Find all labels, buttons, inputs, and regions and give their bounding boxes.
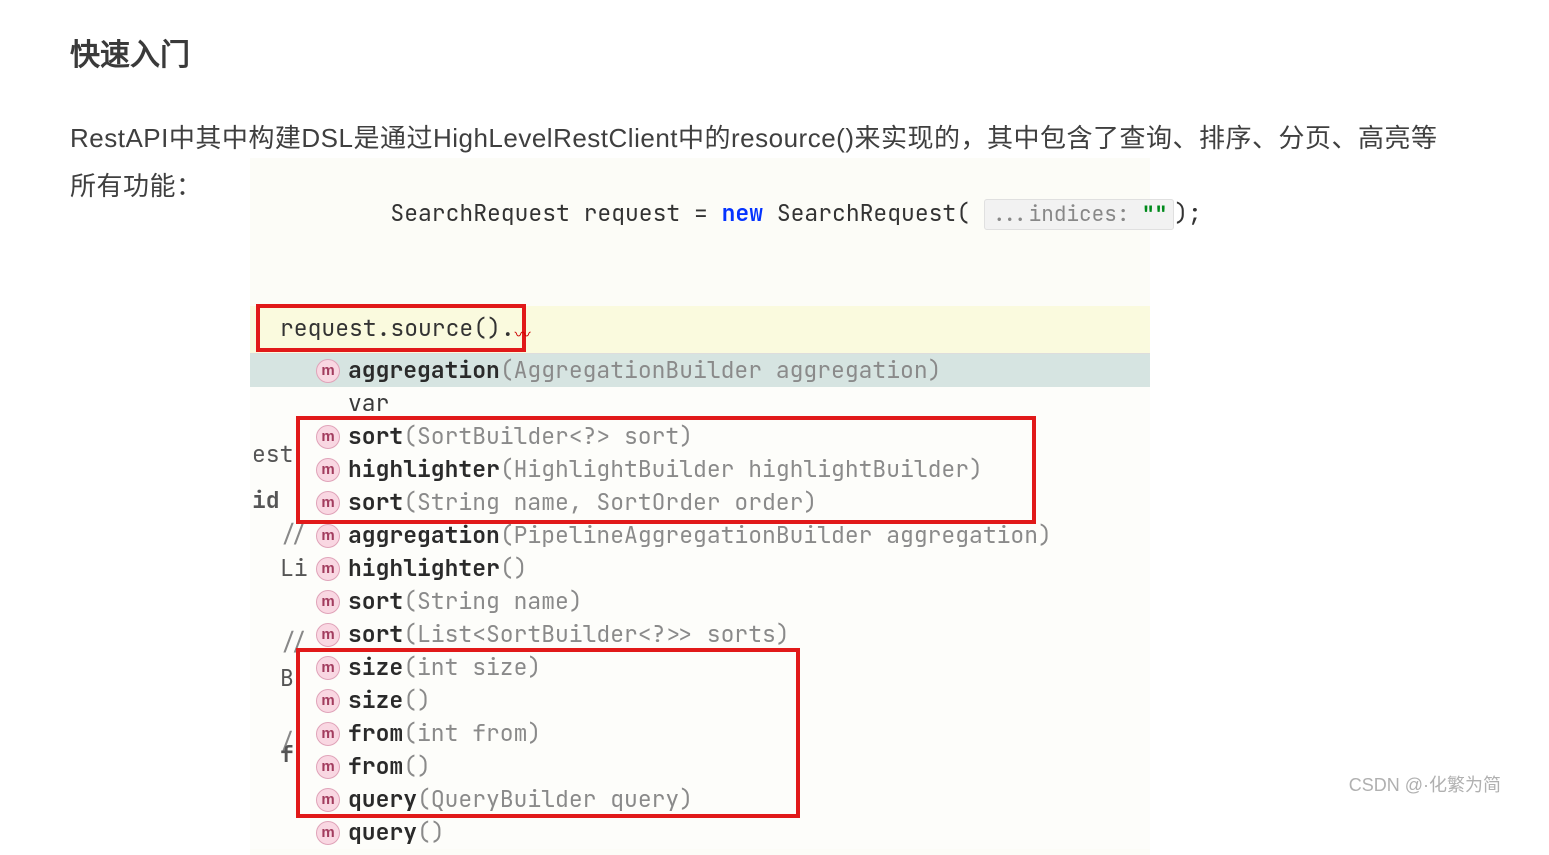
method-icon: m [316, 491, 340, 515]
method-icon: m [316, 689, 340, 713]
code-token: ); [1174, 198, 1202, 228]
method-icon: m [316, 623, 340, 647]
method-icon: m [316, 458, 340, 482]
body-row: 所有功能： SearchRequest request = new Search… [70, 162, 1549, 855]
suggestion-item[interactable]: m query() [250, 816, 1150, 849]
suggestion-item[interactable]: m query(QueryBuilder query) [250, 783, 1150, 816]
section-heading: 快速入门 [70, 30, 1549, 74]
body-paragraph-line2: 所有功能： [70, 162, 250, 210]
suggestion-item[interactable]: m from(int from) [250, 717, 1150, 750]
suggestion-item[interactable]: m size() [250, 684, 1150, 717]
code-token-source: request.source() [280, 313, 501, 343]
watermark: CSDN @·化繁为简 [1349, 771, 1501, 797]
method-icon: m [316, 722, 340, 746]
suggestion-item[interactable]: m sort(List<SortBuilder<?>> sorts) [250, 618, 1150, 651]
suggestion-item[interactable]: m aggregation(AggregationBuilder aggrega… [250, 354, 1150, 387]
method-icon: m [316, 755, 340, 779]
autocomplete-popup: est id // Li // B / f m aggregation(Aggr… [250, 353, 1150, 849]
suggestion-item[interactable]: m sort(String name) [250, 585, 1150, 618]
method-icon: m [316, 524, 340, 548]
suggestion-item[interactable]: m size(int size) [250, 651, 1150, 684]
method-icon: m [316, 557, 340, 581]
code-token: SearchRequest( [763, 198, 984, 228]
method-icon: m [316, 788, 340, 812]
code-dot: . [501, 313, 515, 343]
suggestion-item[interactable]: m highlighter() [250, 552, 1150, 585]
suggestion-item[interactable]: m highlighter(HighlightBuilder highlight… [250, 453, 1150, 486]
suggestion-item[interactable]: m sort(SortBuilder<?> sort) [250, 420, 1150, 453]
suggestion-item[interactable]: m sort(String name, SortOrder order) [250, 486, 1150, 519]
code-token: SearchRequest request = [390, 198, 721, 228]
method-icon: m [316, 821, 340, 845]
method-icon: m [316, 359, 340, 383]
param-hint: ...indices: "" [984, 199, 1174, 230]
method-icon: m [316, 590, 340, 614]
method-icon: m [316, 425, 340, 449]
suggestion-item[interactable]: var [250, 387, 1150, 420]
code-screenshot: SearchRequest request = new SearchReques… [250, 158, 1150, 855]
error-squiggle: 〰 [515, 324, 531, 345]
code-line-source: request.source().〰 [250, 306, 1150, 353]
code-line-declaration: SearchRequest request = new SearchReques… [250, 158, 1150, 270]
suggestion-item[interactable]: m from() [250, 750, 1150, 783]
method-icon: m [316, 656, 340, 680]
suggestion-item[interactable]: m aggregation(PipelineAggregationBuilder… [250, 519, 1150, 552]
keyword-new: new [722, 198, 763, 228]
document-page: 快速入门 RestAPI中其中构建DSL是通过HighLevelRestClie… [0, 0, 1549, 823]
body-paragraph-line1: RestAPI中其中构建DSL是通过HighLevelRestClient中的r… [70, 114, 1549, 162]
